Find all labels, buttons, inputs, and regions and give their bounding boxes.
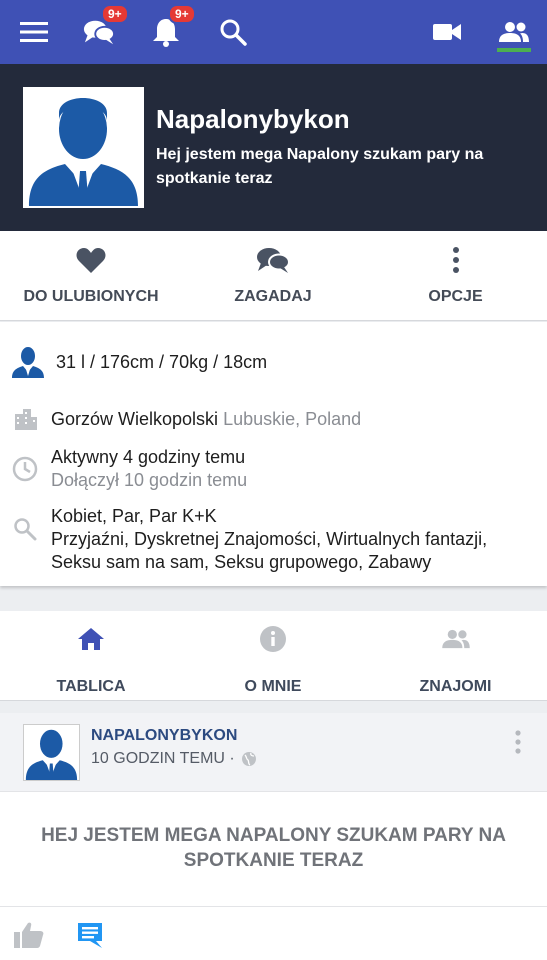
search-button[interactable]: [217, 16, 249, 48]
post-author[interactable]: NAPALONYBYKON: [91, 727, 237, 745]
options-label: OPCJE: [428, 288, 483, 305]
last-active: Aktywny 4 godziny temu: [51, 447, 246, 467]
active-tab-indicator: [497, 48, 531, 52]
stats-text: 31 l / 176cm / 70kg / 18cm: [56, 352, 268, 372]
post-meta: 10 GODZIN TEMU ·: [91, 750, 257, 768]
post-body: HEJ JESTEM MEGA NAPALONY SZUKAM PARY NA …: [41, 825, 506, 871]
options-button[interactable]: OPCJE: [364, 231, 547, 321]
default-avatar-icon: [25, 729, 78, 780]
post-avatar[interactable]: [23, 724, 80, 781]
chat-button[interactable]: ZAGADAJ: [182, 231, 364, 321]
friends-button[interactable]: [498, 16, 530, 48]
menu-icon: [20, 22, 48, 42]
notifications-button[interactable]: 9+: [150, 4, 196, 48]
profile-actions: DO ULUBIONYCH ZAGADAJ OPCJE: [0, 231, 547, 321]
messages-button[interactable]: 9+: [83, 4, 129, 48]
notifications-badge: 9+: [168, 4, 196, 24]
globe-icon: [241, 752, 256, 766]
chat-icon: [257, 248, 290, 273]
interests: Przyjaźni, Dyskretnej Znajomości, Wirtua…: [51, 529, 488, 572]
add-favorite-label: DO ULUBIONYCH: [23, 288, 159, 305]
messages-badge: 9+: [101, 4, 129, 24]
people-icon: [499, 22, 529, 42]
city-name: Gorzów Wielkopolski: [51, 409, 219, 429]
joined-text: Dołączył 10 godzin temu: [51, 470, 248, 490]
more-vert-icon[interactable]: [514, 730, 522, 754]
activity-row: Aktywny 4 godziny temu Dołączył 10 godzi…: [0, 446, 547, 496]
tab-about[interactable]: O MNIE: [182, 611, 364, 701]
location-row: Gorzów Wielkopolski Lubuskie, Poland: [0, 406, 547, 432]
chat-label: ZAGADAJ: [234, 288, 312, 305]
home-icon: [78, 628, 104, 650]
stats-row: 31 l / 176cm / 70kg / 18cm: [0, 344, 547, 380]
comment-icon[interactable]: [76, 921, 104, 949]
tab-wall-label: TABLICA: [56, 678, 126, 695]
profile-header: Napalonybykon Hej jestem mega Napalony s…: [0, 64, 547, 231]
profile-tabs: TABLICA O MNIE ZNAJOMI: [0, 611, 547, 701]
person-icon: [11, 344, 45, 378]
region-name: Lubuskie, Poland: [223, 409, 362, 429]
post-time: 10 GODZIN TEMU ·: [91, 750, 235, 767]
search-icon: [14, 518, 37, 541]
tab-friends[interactable]: ZNAJOMI: [364, 611, 547, 701]
profile-info-card: 31 l / 176cm / 70kg / 18cm Gorzów Wielko…: [0, 322, 547, 586]
like-icon[interactable]: [13, 921, 45, 949]
heart-icon: [76, 247, 106, 273]
default-avatar-icon: [29, 98, 138, 206]
avatar[interactable]: [23, 87, 144, 208]
top-app-bar: 9+ 9+: [0, 0, 547, 64]
looking-for-row: Kobiet, Par, Par K+K Przyjaźni, Dyskretn…: [0, 505, 547, 577]
profile-bio: Hej jestem mega Napalony szukam pary na …: [156, 146, 484, 187]
menu-button[interactable]: [18, 16, 50, 48]
more-vert-icon: [452, 247, 459, 273]
clock-icon: [12, 456, 38, 482]
info-icon: [260, 626, 286, 652]
tab-wall[interactable]: TABLICA: [0, 611, 182, 701]
post-header: NAPALONYBYKON 10 GODZIN TEMU ·: [0, 713, 547, 792]
looking-for: Kobiet, Par, Par K+K: [51, 506, 217, 526]
city-icon: [15, 409, 37, 430]
wall-post: NAPALONYBYKON 10 GODZIN TEMU · HEJ JESTE…: [0, 713, 547, 960]
activity-text: Aktywny 4 godziny temu Dołączył 10 godzi…: [51, 446, 247, 492]
tab-about-label: O MNIE: [244, 678, 302, 695]
video-button[interactable]: [431, 16, 463, 48]
add-favorite-button[interactable]: DO ULUBIONYCH: [0, 231, 182, 321]
profile-name: Napalonybykon: [156, 104, 350, 134]
location-text: Gorzów Wielkopolski Lubuskie, Poland: [51, 408, 361, 431]
search-icon: [220, 19, 247, 46]
tab-friends-label: ZNAJOMI: [419, 678, 492, 695]
post-divider: [0, 906, 547, 907]
looking-for-text: Kobiet, Par, Par K+K Przyjaźni, Dyskretn…: [51, 505, 541, 574]
people-icon: [441, 629, 470, 649]
video-icon: [433, 24, 461, 40]
